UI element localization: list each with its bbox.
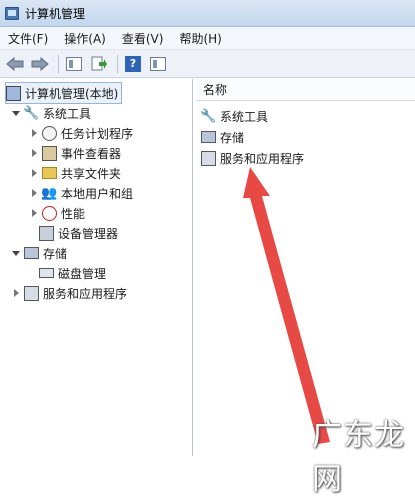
computer-management-icon [5, 6, 19, 20]
arrow-left-icon [6, 56, 24, 71]
list-item-label: 服务和应用程序 [220, 151, 305, 166]
menu-bar: 文件(F) 操作(A) 查看(V) 帮助(H) [0, 27, 415, 50]
users-icon: 👥 [41, 185, 58, 201]
tree-root[interactable]: 计算机管理(本地) [5, 82, 123, 104]
properties-button[interactable] [147, 54, 169, 74]
tree-item-label: 存储 [43, 246, 68, 261]
storage-icon [24, 247, 39, 259]
tree-item-event-viewer[interactable]: 事件查看器 [30, 143, 121, 163]
expand-arrow-icon[interactable] [12, 110, 20, 116]
console-tree: 计算机管理(本地) 🔧 系统工具 任务计划程序 事件查看器 共享文件夹 👥 本地… [0, 79, 193, 456]
help-icon: ? [125, 55, 141, 72]
export-list-button[interactable] [88, 54, 110, 74]
tree-item-label: 系统工具 [43, 106, 92, 121]
tree-item-label: 任务计划程序 [61, 126, 134, 141]
toolbar-separator [117, 54, 118, 73]
tree-item-shared-folders[interactable]: 共享文件夹 [30, 163, 121, 183]
tree-item-label: 事件查看器 [61, 146, 122, 161]
expand-arrow-icon[interactable] [12, 250, 20, 256]
forward-button[interactable] [29, 54, 51, 74]
collapse-arrow-icon[interactable] [32, 129, 37, 137]
window-title: 计算机管理 [25, 6, 86, 21]
tree-item-services-apps[interactable]: 服务和应用程序 [12, 283, 127, 303]
device-manager-icon [39, 225, 54, 241]
services-icon [24, 285, 39, 301]
menu-help[interactable]: 帮助(H) [171, 30, 229, 47]
tools-icon: 🔧 [23, 105, 40, 121]
tree-item-performance[interactable]: 性能 [30, 203, 85, 223]
tree-root-label: 计算机管理(本地) [25, 86, 119, 101]
list-item-label: 存储 [220, 130, 245, 145]
column-header-label: 名称 [203, 83, 228, 97]
list-item-storage[interactable]: 存储 [201, 127, 244, 147]
back-button[interactable] [4, 54, 26, 74]
arrow-right-icon [31, 56, 49, 71]
collapse-arrow-icon[interactable] [32, 149, 37, 157]
shared-folder-icon [42, 167, 57, 179]
menu-file[interactable]: 文件(F) [0, 30, 56, 47]
list-item-label: 系统工具 [220, 109, 269, 124]
properties-icon [150, 56, 166, 71]
computer-icon [6, 85, 21, 101]
tree-item-label: 共享文件夹 [61, 166, 122, 181]
performance-icon [42, 205, 57, 221]
collapse-arrow-icon[interactable] [32, 189, 37, 197]
column-header-name[interactable]: 名称 [196, 79, 415, 101]
tree-item-device-manager[interactable]: 设备管理器 [30, 223, 118, 243]
tree-item-disk-management[interactable]: 磁盘管理 [30, 263, 106, 283]
services-icon [201, 150, 216, 166]
clock-icon [42, 125, 57, 141]
menu-action[interactable]: 操作(A) [56, 30, 114, 47]
watermark-text: 广东龙网 [312, 418, 405, 497]
tree-item-label: 磁盘管理 [58, 266, 107, 281]
title-bar: 计算机管理 [0, 0, 415, 27]
event-log-icon [42, 145, 57, 161]
tree-item-local-users[interactable]: 👥 本地用户和组 [30, 183, 133, 203]
toolbar-separator [58, 54, 59, 73]
tree-item-task-scheduler[interactable]: 任务计划程序 [30, 123, 133, 143]
menu-view[interactable]: 查看(V) [114, 30, 172, 47]
toolbar: ? [0, 50, 415, 78]
export-icon [91, 56, 107, 70]
details-pane: 名称 🔧 系统工具 存储 服务和应用程序 [196, 79, 415, 456]
tree-item-label: 本地用户和组 [61, 186, 134, 201]
tree-item-label: 服务和应用程序 [43, 286, 128, 301]
disk-icon [39, 268, 54, 278]
help-button[interactable]: ? [122, 54, 144, 74]
tree-item-label: 设备管理器 [58, 226, 119, 241]
tree-item-system-tools[interactable]: 🔧 系统工具 [12, 103, 91, 123]
tools-icon: 🔧 [200, 108, 217, 124]
storage-icon [201, 131, 216, 143]
collapse-arrow-icon[interactable] [14, 289, 19, 297]
tree-item-storage[interactable]: 存储 [12, 243, 67, 263]
collapse-arrow-icon[interactable] [32, 169, 37, 177]
console-tree-icon [66, 56, 82, 71]
tree-item-label: 性能 [61, 206, 86, 221]
show-hide-tree-button[interactable] [63, 54, 85, 74]
collapse-arrow-icon[interactable] [32, 209, 37, 217]
list-item-services-apps[interactable]: 服务和应用程序 [201, 148, 304, 168]
list-item-system-tools[interactable]: 🔧 系统工具 [200, 106, 269, 126]
